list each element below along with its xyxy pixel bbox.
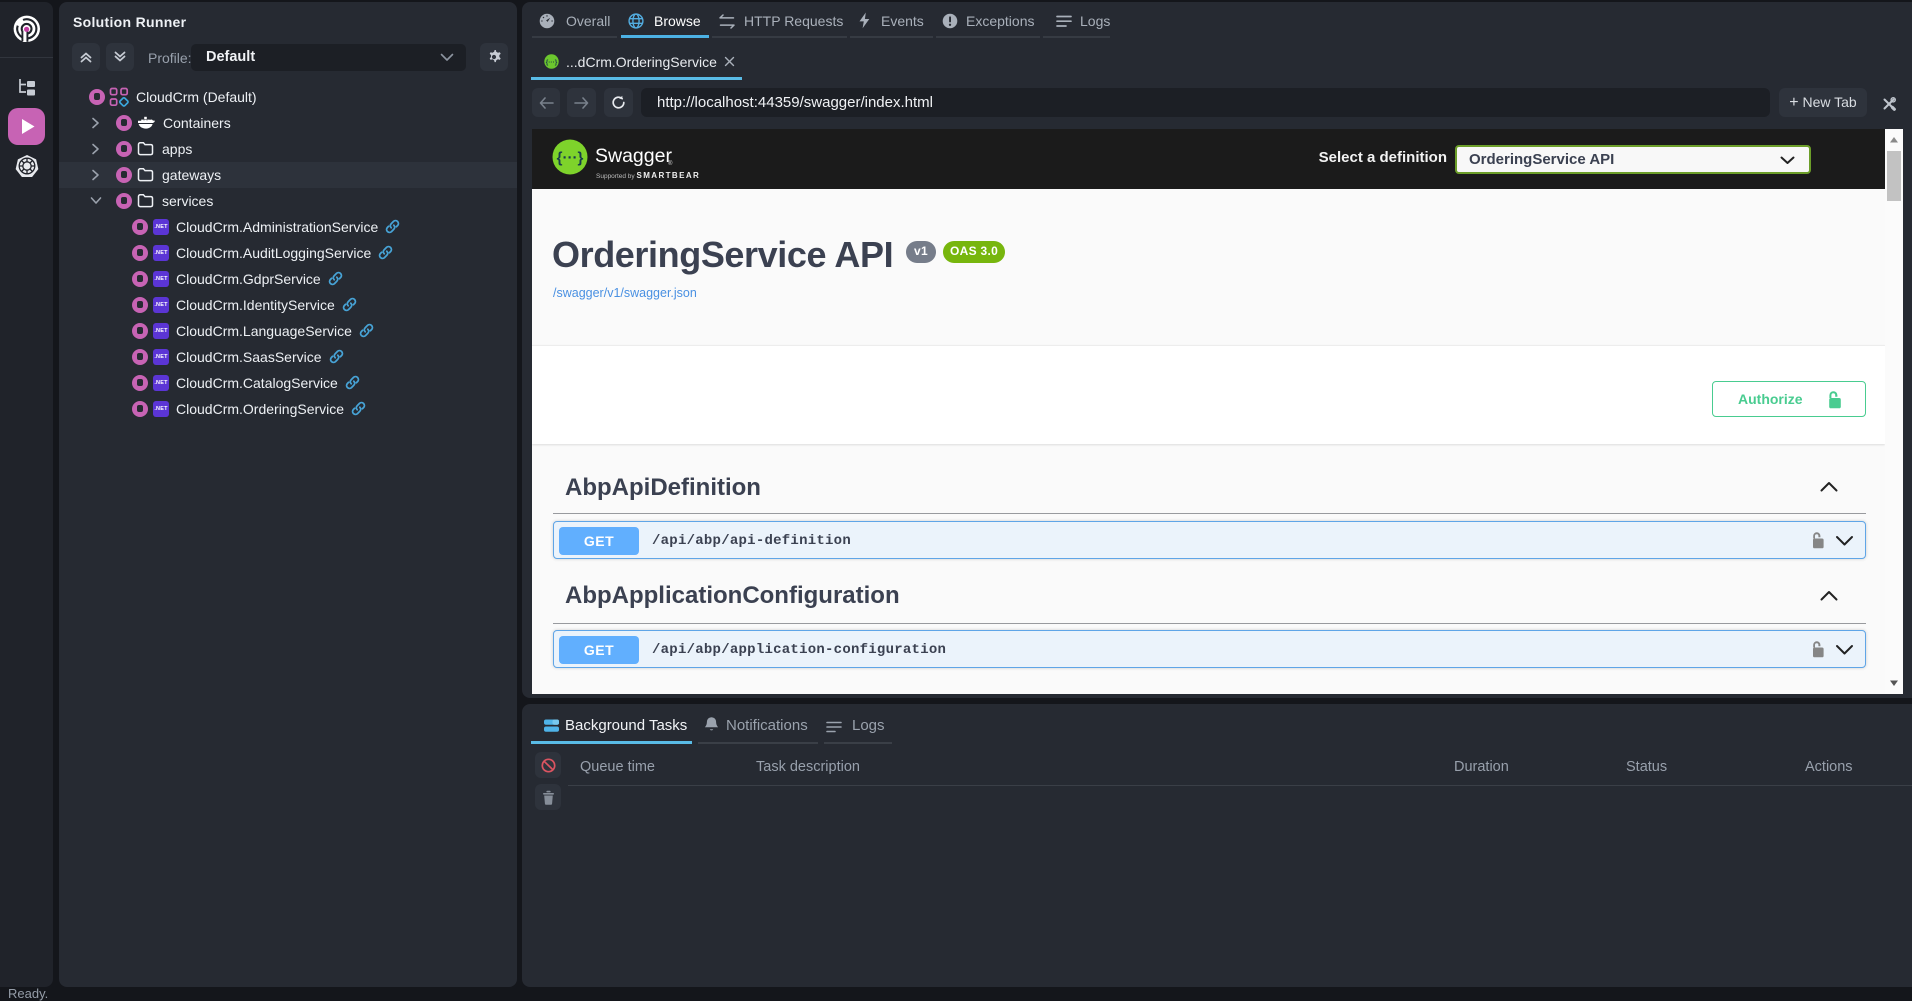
svg-text:{···}: {···} [546, 59, 558, 66]
svg-text:{···}: {···} [557, 150, 584, 167]
